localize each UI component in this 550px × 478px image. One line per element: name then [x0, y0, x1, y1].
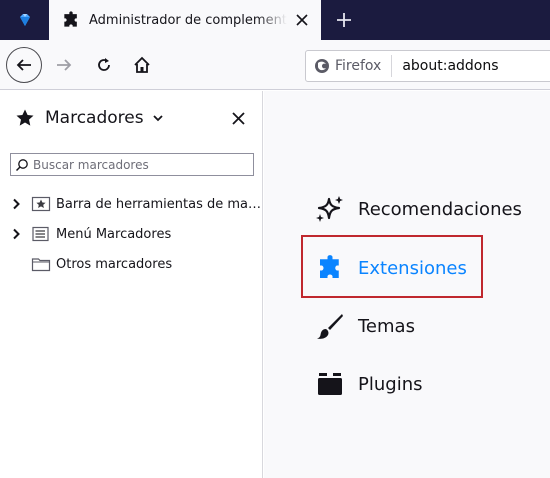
plugin-icon — [314, 368, 346, 400]
close-icon — [231, 111, 245, 125]
pinned-tab[interactable] — [0, 0, 49, 40]
category-label: Plugins — [358, 373, 423, 395]
back-button[interactable] — [6, 47, 42, 83]
sidebar-close-button[interactable] — [227, 107, 249, 129]
search-icon — [15, 158, 28, 171]
chevron-down-icon[interactable] — [152, 112, 164, 124]
arrow-right-icon — [57, 59, 72, 71]
chevron-right-icon[interactable] — [10, 198, 22, 210]
identity-label: Firefox — [335, 58, 382, 74]
sidebar-header: Marcadores — [0, 91, 263, 145]
arrow-left-icon — [16, 59, 31, 71]
chevron-right-icon[interactable] — [10, 228, 22, 240]
bookmarks-menu-icon — [32, 226, 49, 242]
search-input[interactable] — [33, 157, 243, 172]
highlight-box — [301, 235, 483, 298]
tree-item-toolbar[interactable]: Barra de herramientas de marcadores — [0, 189, 263, 219]
sidebar-title[interactable]: Marcadores — [45, 108, 144, 128]
url-text[interactable]: about:addons — [402, 58, 498, 74]
new-tab-button[interactable] — [330, 6, 358, 34]
category-themes[interactable]: Temas — [314, 306, 544, 346]
puzzle-icon — [61, 10, 81, 30]
home-icon — [134, 56, 150, 73]
tree-item-label: Otros marcadores — [56, 256, 173, 272]
tab-addons-manager[interactable]: Administrador de complementos — [49, 0, 321, 40]
firefox-logo-icon — [315, 59, 329, 73]
bookmarks-search[interactable] — [10, 153, 254, 176]
bookmarks-tree: Barra de herramientas de marcadores Menú… — [0, 189, 263, 279]
category-recommendations[interactable]: Recomendaciones — [314, 189, 544, 229]
brush-icon — [314, 310, 346, 342]
sparkles-icon — [314, 193, 346, 225]
tree-item-label: Menú Marcadores — [56, 226, 172, 242]
tab-title: Administrador de complementos — [89, 12, 287, 28]
category-label: Temas — [358, 315, 415, 337]
folder-icon — [31, 258, 51, 272]
bookmarks-sidebar: Marcadores Barra de herramientas de marc… — [0, 91, 263, 478]
category-label: Recomendaciones — [358, 198, 522, 220]
identity-box[interactable]: Firefox — [306, 55, 393, 77]
close-tab-icon[interactable] — [291, 9, 313, 31]
reload-button[interactable] — [86, 47, 122, 83]
navigation-toolbar: Firefox about:addons — [0, 40, 550, 90]
tab-strip: Administrador de complementos — [0, 0, 550, 40]
forward-button[interactable] — [46, 47, 82, 83]
firefox-gem-icon — [19, 14, 30, 26]
star-icon — [16, 109, 34, 126]
home-button[interactable] — [124, 47, 160, 83]
reload-icon — [98, 58, 110, 71]
plus-icon — [337, 13, 351, 27]
tree-item-label: Barra de herramientas de marcadores — [56, 196, 261, 212]
tree-item-other[interactable]: Otros marcadores — [0, 249, 263, 279]
bookmarks-toolbar-icon — [31, 196, 51, 212]
category-plugins[interactable]: Plugins — [314, 364, 544, 404]
url-bar[interactable]: Firefox about:addons — [305, 50, 550, 82]
tree-item-menu[interactable]: Menú Marcadores — [0, 219, 263, 249]
